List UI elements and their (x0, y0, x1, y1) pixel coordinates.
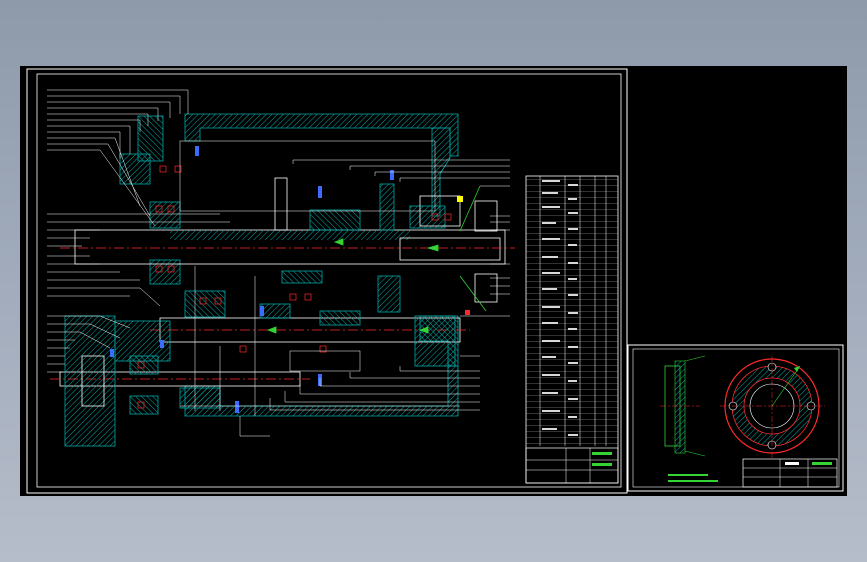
middle-gear-b (259, 303, 291, 319)
gearbox-section-drawing-icon (47, 89, 515, 447)
gear-5 (281, 270, 323, 284)
flange-front-view-icon (720, 356, 825, 458)
dimension-marks (266, 185, 487, 334)
drawing-canvas[interactable] (20, 66, 847, 496)
gear-4 (377, 275, 401, 313)
left-cover-2 (137, 115, 164, 162)
left-bearing (149, 201, 181, 229)
main-spindle-hatch (170, 230, 410, 240)
part-title-block (742, 458, 838, 488)
pulley (64, 315, 116, 447)
middle-gear-c (319, 310, 361, 326)
housing-top (184, 113, 459, 157)
parts-list-table-icon (525, 175, 619, 484)
input-gear (179, 387, 221, 409)
gear-2 (309, 209, 361, 231)
gear-3 (379, 183, 395, 231)
gear-1 (274, 177, 288, 231)
leader-lines-right (239, 159, 510, 437)
middle-right-housing (414, 315, 456, 367)
highlight-mark (457, 196, 463, 202)
cad-viewport[interactable] (0, 0, 867, 562)
highlight-mark-2 (465, 310, 470, 315)
spindle-nose (399, 237, 501, 261)
housing-bottom (184, 365, 459, 417)
flange-side-view-icon (660, 355, 718, 482)
drawing-sheet[interactable] (20, 66, 847, 496)
gear-6 (409, 205, 446, 229)
